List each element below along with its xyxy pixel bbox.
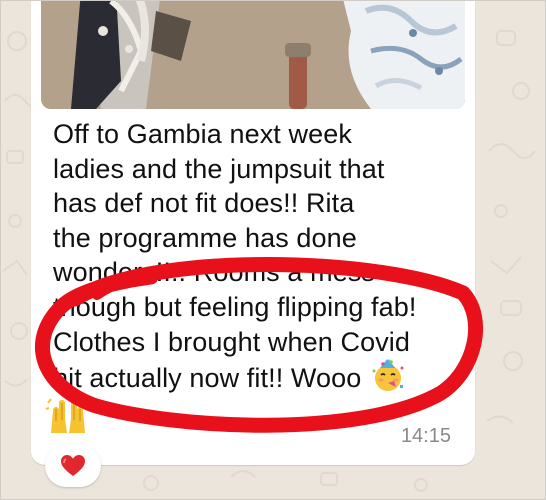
message-line: the programme has done (53, 222, 357, 253)
message-line: hit actually now fit!! Wooo (53, 363, 362, 394)
message-line: wonders!!!! Rooms a mess (53, 257, 376, 288)
message-text: Off to Gambia next week ladies and the j… (53, 117, 463, 396)
message-line: ladies and the jumpsuit that (53, 153, 385, 184)
attached-photo[interactable] (41, 1, 465, 109)
partying-face-icon (371, 355, 405, 393)
message-line: Clothes I brought when Covid (53, 326, 411, 357)
message-line: Off to Gambia next week (53, 119, 352, 149)
message-line: though but feeling flipping fab! (53, 291, 417, 322)
chat-screen: Off to Gambia next week ladies and the j… (0, 0, 546, 500)
raising-hands-icon (45, 393, 91, 435)
reaction-badge[interactable] (45, 445, 101, 487)
message-line: has def not fit does!! Rita (53, 188, 355, 219)
message-timestamp: 14:15 (400, 425, 451, 447)
heart-icon (61, 455, 85, 476)
